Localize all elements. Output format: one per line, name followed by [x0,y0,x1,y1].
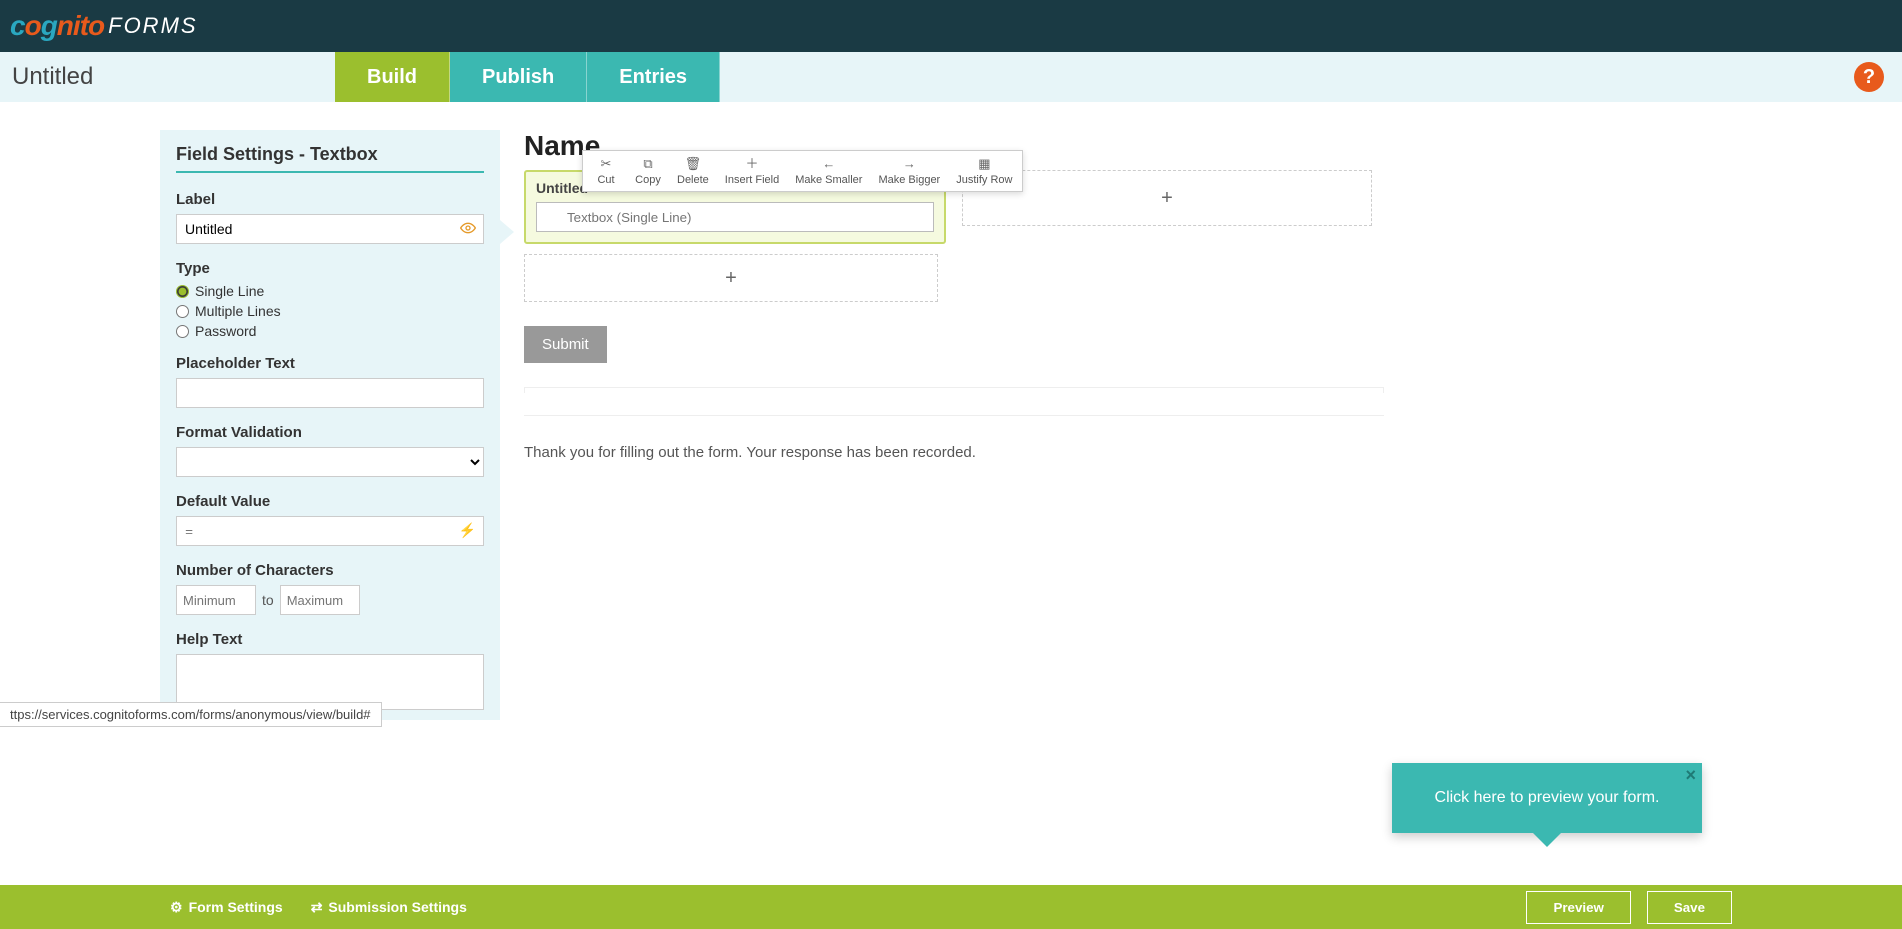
browser-status-bar: ttps://services.cognitoforms.com/forms/a… [0,702,382,727]
trash-icon: 🗑 [685,157,702,172]
tab-build[interactable]: Build [335,52,450,102]
help-text-group: Help Text [176,631,484,713]
preview-tooltip: × Click here to preview your form. [1392,763,1702,833]
content-area: Field Settings - Textbox Label Type Sing… [0,102,1902,720]
toolbar-cut[interactable]: ✂Cut [585,155,627,189]
toolbar-delete[interactable]: 🗑Delete [669,155,717,189]
tab-publish[interactable]: Publish [450,52,587,102]
logo-cognito: cognito [10,10,104,42]
cut-icon: ✂ [601,157,612,172]
visibility-icon[interactable] [460,220,476,239]
toolbar-copy[interactable]: ⧉Copy [627,155,669,189]
footer-bar: ⚙ Form Settings ⇄ Submission Settings Pr… [0,885,1902,929]
nav-bar: Untitled Build Publish Entries ? [0,52,1902,102]
arrow-left-icon: ← [822,157,835,172]
calculation-icon[interactable]: ⚡ [459,522,476,539]
type-heading: Type [176,260,484,277]
brand-bar: cognito FORMS [0,0,1902,52]
help-text-heading: Help Text [176,631,484,648]
type-group: Type Single Line Multiple Lines Password [176,260,484,339]
numchars-group: Number of Characters to [176,562,484,615]
logo-forms-text: FORMS [108,13,197,39]
plus-icon: + [1161,187,1173,210]
label-heading: Label [176,191,484,208]
form-name-title[interactable]: Untitled [0,63,335,91]
format-heading: Format Validation [176,424,484,441]
default-group: Default Value ⚡ [176,493,484,546]
confirmation-text[interactable]: Thank you for filling out the form. Your… [524,415,1384,461]
copy-icon: ⧉ [643,157,652,172]
grid-icon: ▦ [978,157,990,172]
placeholder-input[interactable] [176,378,484,408]
gear-icon: ⚙ [170,899,183,916]
radio-single-input[interactable] [176,285,189,298]
tooltip-arrow-icon [1533,833,1561,847]
placeholder-heading: Placeholder Text [176,355,484,372]
add-field-below[interactable]: + [524,254,938,302]
format-group: Format Validation [176,424,484,477]
form-settings-link[interactable]: ⚙ Form Settings [170,899,283,916]
radio-multiple-lines[interactable]: Multiple Lines [176,303,484,319]
shuffle-icon: ⇄ [311,899,323,916]
toolbar-make-bigger[interactable]: →Make Bigger [870,155,948,189]
nav-tabs: Build Publish Entries [335,52,720,102]
numchars-heading: Number of Characters [176,562,484,579]
radio-single-line[interactable]: Single Line [176,283,484,299]
toolbar-insert-field[interactable]: ＋Insert Field [717,155,787,189]
plus-icon: ＋ [746,157,759,172]
max-chars-input[interactable] [280,585,360,615]
submit-button[interactable]: Submit [524,326,607,363]
footer-left: ⚙ Form Settings ⇄ Submission Settings [170,899,467,916]
label-input[interactable] [176,214,484,244]
format-select[interactable] [176,447,484,477]
submission-settings-link[interactable]: ⇄ Submission Settings [311,899,467,916]
default-value-input[interactable] [176,516,484,546]
radio-multiple-input[interactable] [176,305,189,318]
radio-password-input[interactable] [176,325,189,338]
default-heading: Default Value [176,493,484,510]
tab-entries[interactable]: Entries [587,52,720,102]
section-divider [524,387,1384,393]
panel-pointer-icon [500,220,514,244]
add-field-right[interactable]: + [962,170,1372,226]
panel-title: Field Settings - Textbox [176,144,484,173]
toolbar-make-smaller[interactable]: ←Make Smaller [787,155,870,189]
toolbar-justify-row[interactable]: ▦Justify Row [948,155,1020,189]
plus-icon: + [725,267,737,290]
save-button[interactable]: Save [1647,891,1732,924]
form-canvas: Name Untitled A + + Submit Thank you for… [524,130,1384,720]
field-settings-panel: Field Settings - Textbox Label Type Sing… [160,130,500,720]
logo[interactable]: cognito FORMS [10,10,198,42]
label-group: Label [176,191,484,244]
tooltip-text: Click here to preview your form. [1435,789,1660,806]
field-context-toolbar: ✂Cut ⧉Copy 🗑Delete ＋Insert Field ←Make S… [582,150,1023,192]
radio-password[interactable]: Password [176,323,484,339]
preview-button[interactable]: Preview [1526,891,1630,924]
placeholder-group: Placeholder Text [176,355,484,408]
min-chars-input[interactable] [176,585,256,615]
help-button[interactable]: ? [1854,62,1884,92]
to-label: to [262,592,274,608]
selected-field-input[interactable] [536,202,934,232]
arrow-right-icon: → [903,157,916,172]
tooltip-close-button[interactable]: × [1685,765,1696,786]
